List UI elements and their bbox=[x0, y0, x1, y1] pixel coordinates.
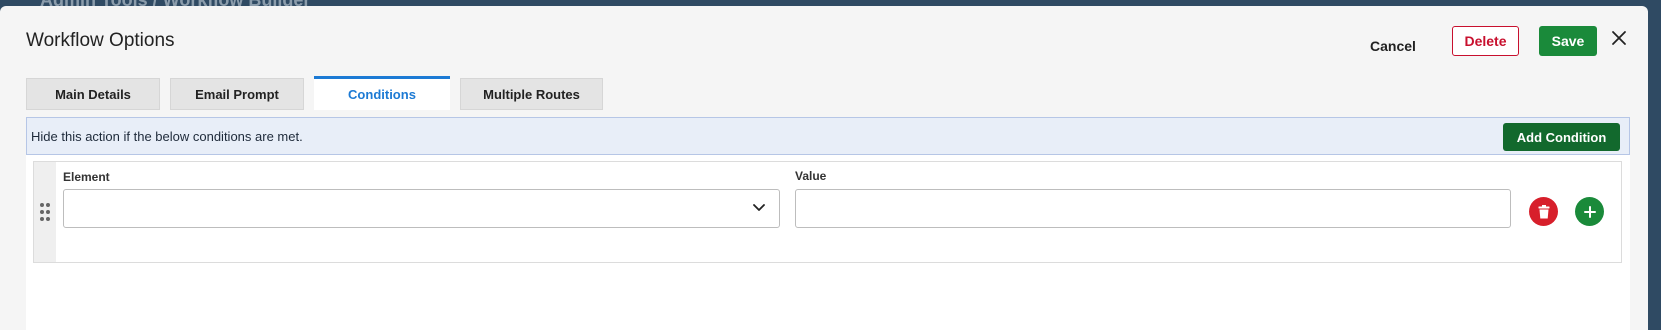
plus-icon bbox=[1583, 205, 1596, 218]
conditions-info-text: Hide this action if the below conditions… bbox=[31, 129, 303, 144]
value-label: Value bbox=[795, 169, 827, 183]
tab-multiple-routes[interactable]: Multiple Routes bbox=[460, 78, 603, 110]
tab-main-details[interactable]: Main Details bbox=[26, 78, 160, 110]
trash-icon bbox=[1538, 204, 1549, 218]
drag-handle[interactable] bbox=[34, 162, 56, 262]
workflow-options-dialog: Workflow Options Cancel Delete Save Main… bbox=[0, 6, 1648, 330]
tab-conditions[interactable]: Conditions bbox=[314, 76, 450, 110]
save-button[interactable]: Save bbox=[1539, 26, 1597, 56]
tab-email-prompt[interactable]: Email Prompt bbox=[170, 78, 304, 110]
element-select[interactable] bbox=[63, 189, 780, 228]
close-icon bbox=[1612, 30, 1626, 45]
cancel-button[interactable]: Cancel bbox=[1362, 32, 1424, 60]
value-input[interactable] bbox=[795, 189, 1511, 228]
chevron-down-icon bbox=[753, 204, 765, 211]
delete-condition-button[interactable] bbox=[1529, 197, 1558, 226]
conditions-info-bar: Hide this action if the below conditions… bbox=[26, 117, 1630, 155]
delete-button[interactable]: Delete bbox=[1452, 26, 1519, 56]
conditions-panel: Element Value bbox=[26, 155, 1630, 330]
add-row-button[interactable] bbox=[1575, 197, 1604, 226]
condition-row: Element Value bbox=[33, 161, 1622, 263]
close-button[interactable] bbox=[1606, 26, 1632, 52]
add-condition-button[interactable]: Add Condition bbox=[1503, 123, 1620, 151]
element-label: Element bbox=[63, 170, 110, 184]
drag-handle-icon bbox=[40, 203, 50, 221]
dialog-title: Workflow Options bbox=[26, 30, 175, 51]
